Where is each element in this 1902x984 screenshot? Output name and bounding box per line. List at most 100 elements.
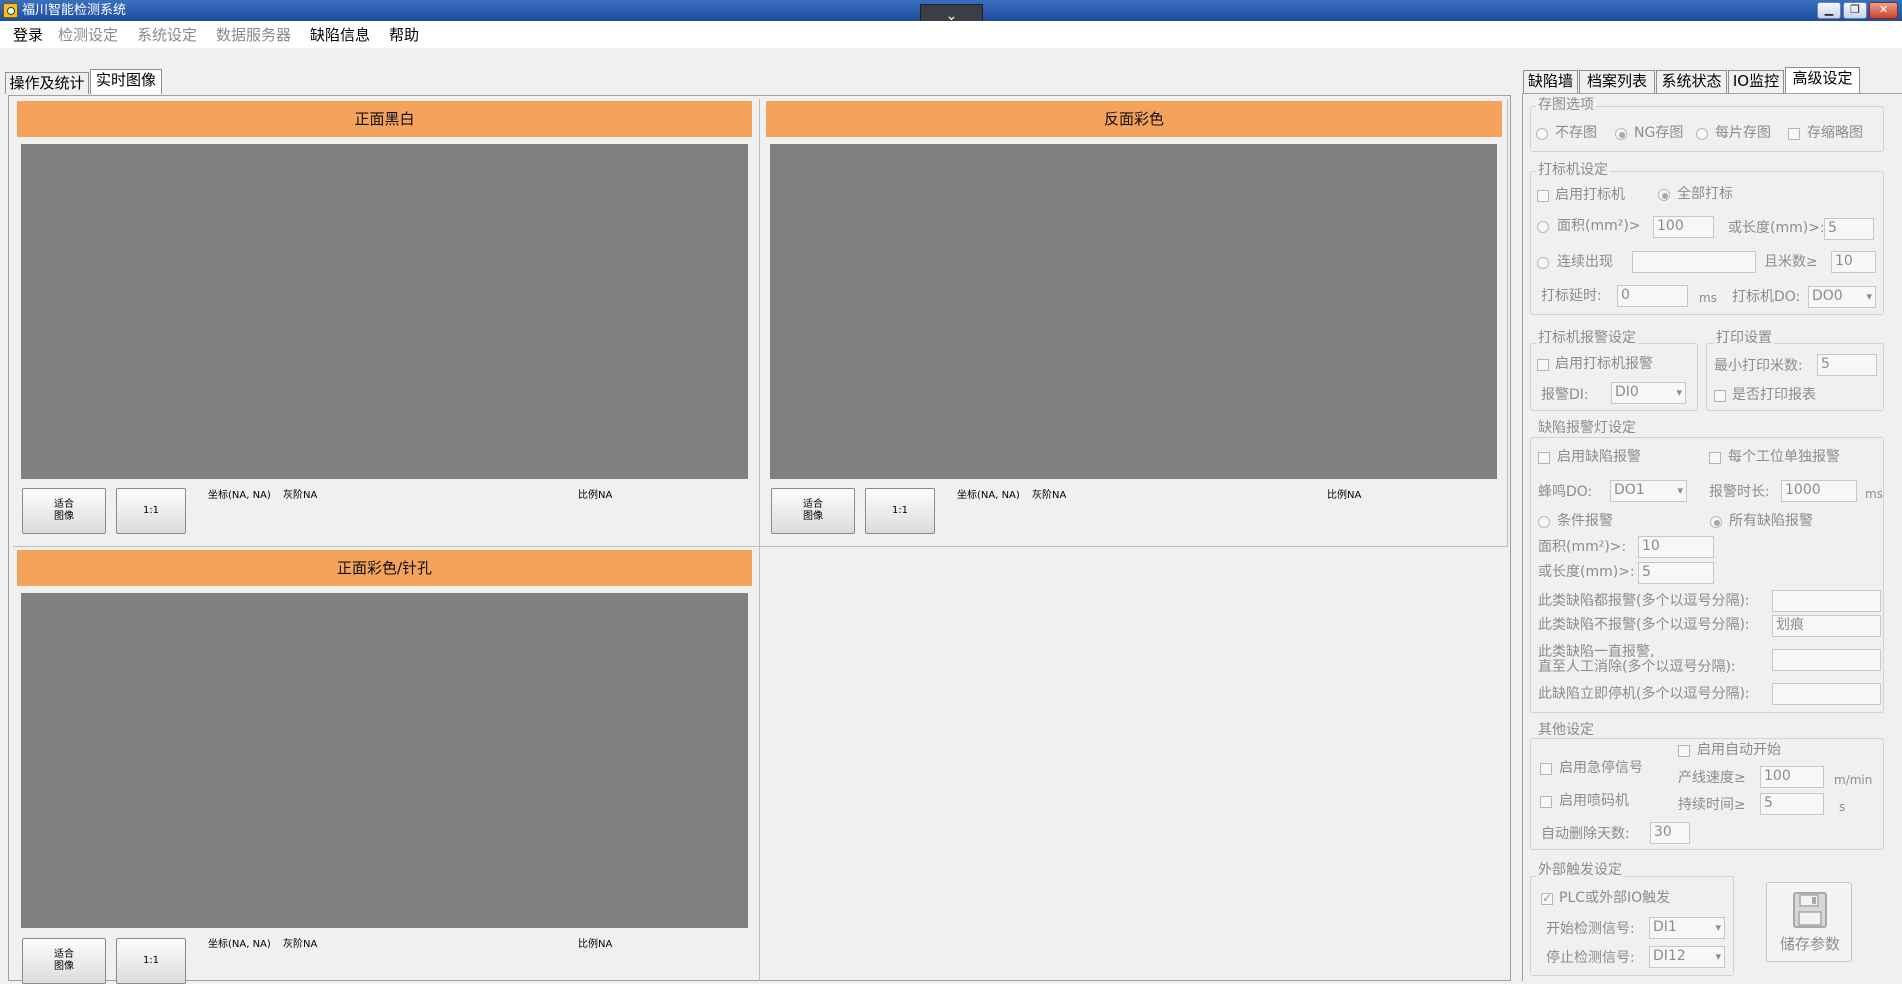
print-min-meter-input[interactable]: 5 — [1817, 354, 1877, 376]
label: 此缺陷立即停机(多个以逗号分隔): — [1538, 686, 1750, 702]
persistent-alarm-types-input[interactable] — [1772, 649, 1881, 671]
save-params-button[interactable]: 储存参数 — [1766, 882, 1852, 962]
line-speed-input[interactable]: 100 — [1760, 766, 1824, 788]
radio-save-each[interactable] — [1696, 128, 1708, 140]
checkbox-emergency-stop[interactable] — [1540, 763, 1552, 775]
fit-image-button[interactable]: 适合图像 — [771, 488, 855, 534]
label: 直至人工消除(多个以逗号分隔): — [1538, 659, 1736, 675]
label: 全部打标 — [1677, 186, 1733, 202]
checkbox-save-thumb[interactable] — [1788, 128, 1800, 140]
floppy-disk-icon — [1793, 892, 1827, 928]
image-view[interactable] — [21, 593, 748, 928]
radio-no-save[interactable] — [1536, 128, 1548, 140]
tab-io-monitor[interactable]: IO监控 — [1728, 70, 1784, 93]
label: 是否打印报表 — [1732, 387, 1816, 403]
stop-machine-types-input[interactable] — [1772, 683, 1881, 705]
one-to-one-button[interactable]: 1:1 — [116, 488, 186, 534]
group-label: 外部触发设定 — [1536, 862, 1624, 878]
label: 报警时长: — [1709, 484, 1770, 500]
label: 启用喷码机 — [1559, 793, 1629, 809]
label: 持续时间≥ — [1678, 797, 1746, 813]
radio-conditional-alarm[interactable] — [1538, 516, 1550, 528]
label: 启用打标机 — [1555, 187, 1625, 203]
one-to-one-button[interactable]: 1:1 — [865, 488, 935, 534]
fit-image-button[interactable]: 适合图像 — [22, 938, 106, 984]
label: 存缩略图 — [1807, 125, 1863, 141]
menu-system-settings[interactable]: 系统设定 — [137, 25, 197, 45]
checkbox-plc-trigger[interactable] — [1541, 891, 1553, 905]
image-view[interactable] — [770, 144, 1497, 479]
scale-text: 比例NA — [578, 939, 613, 950]
buzzer-do-select[interactable]: DO1 — [1610, 480, 1687, 502]
radio-mark-all[interactable] — [1658, 189, 1670, 201]
checkbox-per-station-alarm[interactable] — [1709, 452, 1721, 464]
one-to-one-button[interactable]: 1:1 — [116, 938, 186, 984]
checkbox-enable-defect-alarm[interactable] — [1538, 452, 1550, 464]
tab-defect-wall[interactable]: 缺陷墙 — [1523, 70, 1578, 93]
group-label: 缺陷报警灯设定 — [1536, 420, 1638, 436]
label: PLC或外部IO触发 — [1559, 890, 1671, 906]
fit-image-button[interactable]: 适合图像 — [22, 488, 106, 534]
coords-text: 坐标(NA, NA) — [208, 939, 271, 950]
alarm-length-input[interactable]: 5 — [1638, 562, 1714, 584]
label: 启用急停信号 — [1559, 760, 1643, 776]
always-alarm-types-input[interactable] — [1772, 590, 1881, 612]
auto-delete-days-input[interactable]: 30 — [1650, 822, 1690, 844]
radio-ng-save[interactable] — [1615, 128, 1627, 140]
alarm-area-input[interactable]: 10 — [1638, 536, 1714, 558]
radio-mark-area[interactable] — [1537, 221, 1549, 233]
group-label: 其他设定 — [1536, 722, 1596, 738]
start-signal-select[interactable]: DI1 — [1649, 917, 1725, 939]
unit: s — [1839, 800, 1846, 814]
label: 报警DI: — [1541, 387, 1589, 403]
maximize-button[interactable]: ❐ — [1843, 2, 1867, 19]
checkbox-auto-start[interactable] — [1678, 745, 1690, 757]
app-icon — [3, 3, 18, 18]
label: NG存图 — [1634, 125, 1684, 141]
no-alarm-types-input[interactable]: 划痕 — [1772, 615, 1881, 637]
panel-title: 正面彩色/针孔 — [17, 550, 752, 586]
label: 自动删除天数: — [1541, 826, 1630, 842]
image-view[interactable] — [21, 144, 748, 479]
close-button[interactable]: ✕ — [1869, 2, 1898, 19]
label: 停止检测信号: — [1546, 950, 1635, 966]
tab-system-status[interactable]: 系统状态 — [1656, 70, 1727, 93]
label: 此类缺陷不报警(多个以逗号分隔): — [1538, 617, 1750, 633]
label: 或长度(mm)>: — [1538, 564, 1635, 580]
marker-length-input[interactable]: 5 — [1824, 218, 1874, 240]
marker-area-input[interactable]: 100 — [1653, 216, 1714, 238]
alarm-duration-input[interactable]: 1000 — [1781, 480, 1857, 502]
checkbox-inkjet[interactable] — [1540, 796, 1552, 808]
marker-continuous-input[interactable] — [1632, 251, 1756, 273]
tab-realtime-image[interactable]: 实时图像 — [90, 69, 162, 94]
minimize-button[interactable]: ▁ — [1817, 2, 1841, 19]
scale-text: 比例NA — [1327, 490, 1362, 501]
menu-detection-settings[interactable]: 检测设定 — [58, 25, 118, 45]
marker-meter-input[interactable]: 10 — [1831, 251, 1876, 273]
radio-mark-continuous[interactable] — [1537, 257, 1549, 269]
radio-all-defect-alarm[interactable] — [1710, 516, 1722, 528]
menu-defect-info[interactable]: 缺陷信息 — [310, 25, 370, 45]
checkbox-print-report[interactable] — [1714, 390, 1726, 402]
tab-operation-stats[interactable]: 操作及统计 — [5, 72, 89, 94]
marker-delay-input[interactable]: 0 — [1617, 285, 1688, 307]
stop-signal-select[interactable]: DI12 — [1649, 946, 1725, 968]
marker-do-select[interactable]: DO0 — [1808, 286, 1876, 308]
checkbox-enable-marker-alarm[interactable] — [1537, 359, 1549, 371]
menu-help[interactable]: 帮助 — [389, 25, 419, 45]
unit: ms — [1865, 487, 1883, 501]
tab-advanced-settings[interactable]: 高级设定 — [1785, 67, 1860, 94]
marker-alarm-di-select[interactable]: DI0 — [1611, 382, 1686, 404]
tab-archive-list[interactable]: 档案列表 — [1579, 70, 1655, 93]
label: 产线速度≥ — [1678, 770, 1746, 786]
label: 开始检测信号: — [1546, 921, 1635, 937]
label: 所有缺陷报警 — [1729, 513, 1813, 529]
label: 打标延时: — [1541, 288, 1602, 304]
label: 每个工位单独报警 — [1728, 449, 1840, 465]
menu-data-server[interactable]: 数据服务器 — [216, 25, 291, 45]
menu-login[interactable]: 登录 — [13, 25, 43, 45]
hold-time-input[interactable]: 5 — [1760, 793, 1824, 815]
gray-text: 灰阶NA — [1032, 490, 1067, 501]
label: 且米数≥ — [1764, 254, 1818, 270]
checkbox-enable-marker[interactable] — [1537, 190, 1549, 202]
